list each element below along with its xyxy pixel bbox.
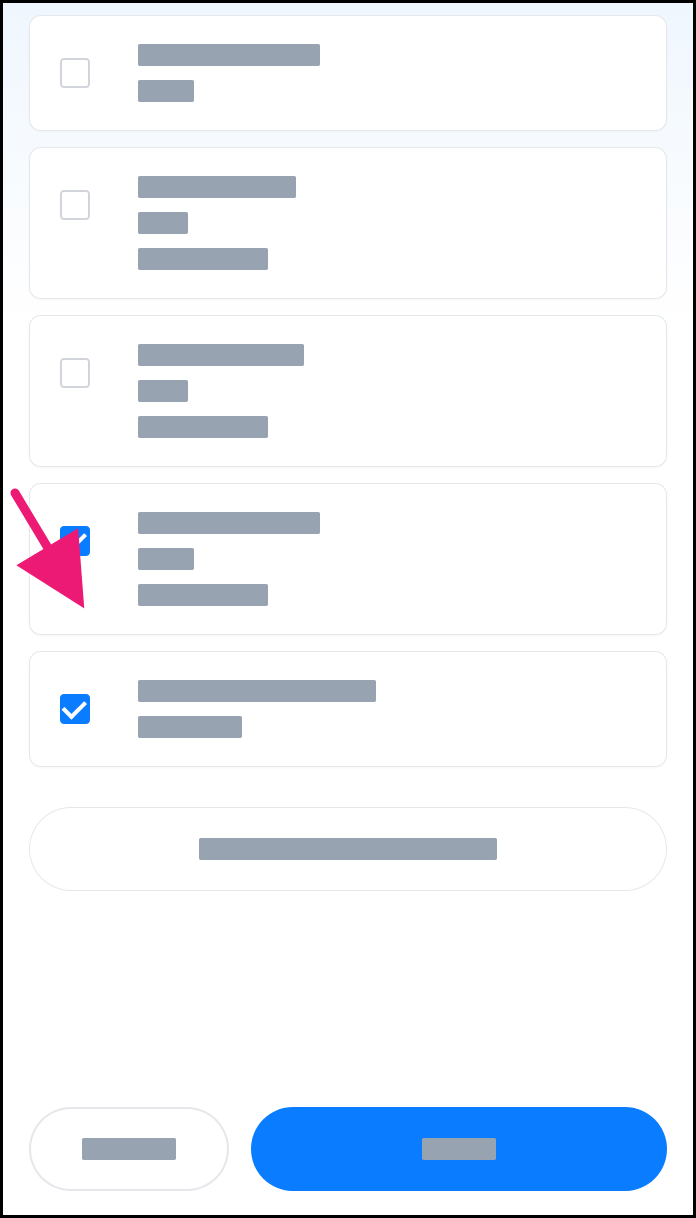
option-2-line-1 [138, 176, 296, 198]
option-4-line-3 [138, 584, 268, 606]
option-5-line-1 [138, 680, 376, 702]
option-card-5[interactable] [29, 651, 667, 767]
option-content-2 [138, 176, 636, 270]
cancel-button[interactable] [29, 1107, 229, 1191]
option-card-3[interactable] [29, 315, 667, 467]
option-content-1 [138, 44, 636, 102]
option-1-line-1 [138, 44, 320, 66]
option-content-4 [138, 512, 636, 606]
options-list [3, 3, 693, 891]
checkbox-option-5[interactable] [60, 694, 90, 724]
option-5-line-2 [138, 716, 242, 738]
search-placeholder-text [199, 838, 497, 860]
checkbox-option-3[interactable] [60, 358, 90, 388]
option-1-line-2 [138, 80, 194, 102]
option-2-line-2 [138, 212, 188, 234]
option-2-line-3 [138, 248, 268, 270]
annotation-arrow-icon [3, 481, 113, 631]
option-content-5 [138, 680, 636, 738]
option-4-line-1 [138, 512, 320, 534]
footer-actions [29, 1107, 667, 1191]
option-card-4[interactable] [29, 483, 667, 635]
checkbox-option-2[interactable] [60, 190, 90, 220]
option-card-2[interactable] [29, 147, 667, 299]
search-bar[interactable] [29, 807, 667, 891]
cancel-button-label [82, 1138, 176, 1160]
option-content-3 [138, 344, 636, 438]
option-3-line-3 [138, 416, 268, 438]
option-4-line-2 [138, 548, 194, 570]
option-3-line-1 [138, 344, 304, 366]
confirm-button-label [422, 1138, 496, 1160]
option-3-line-2 [138, 380, 188, 402]
confirm-button[interactable] [251, 1107, 667, 1191]
option-card-1[interactable] [29, 15, 667, 131]
checkbox-option-1[interactable] [60, 58, 90, 88]
